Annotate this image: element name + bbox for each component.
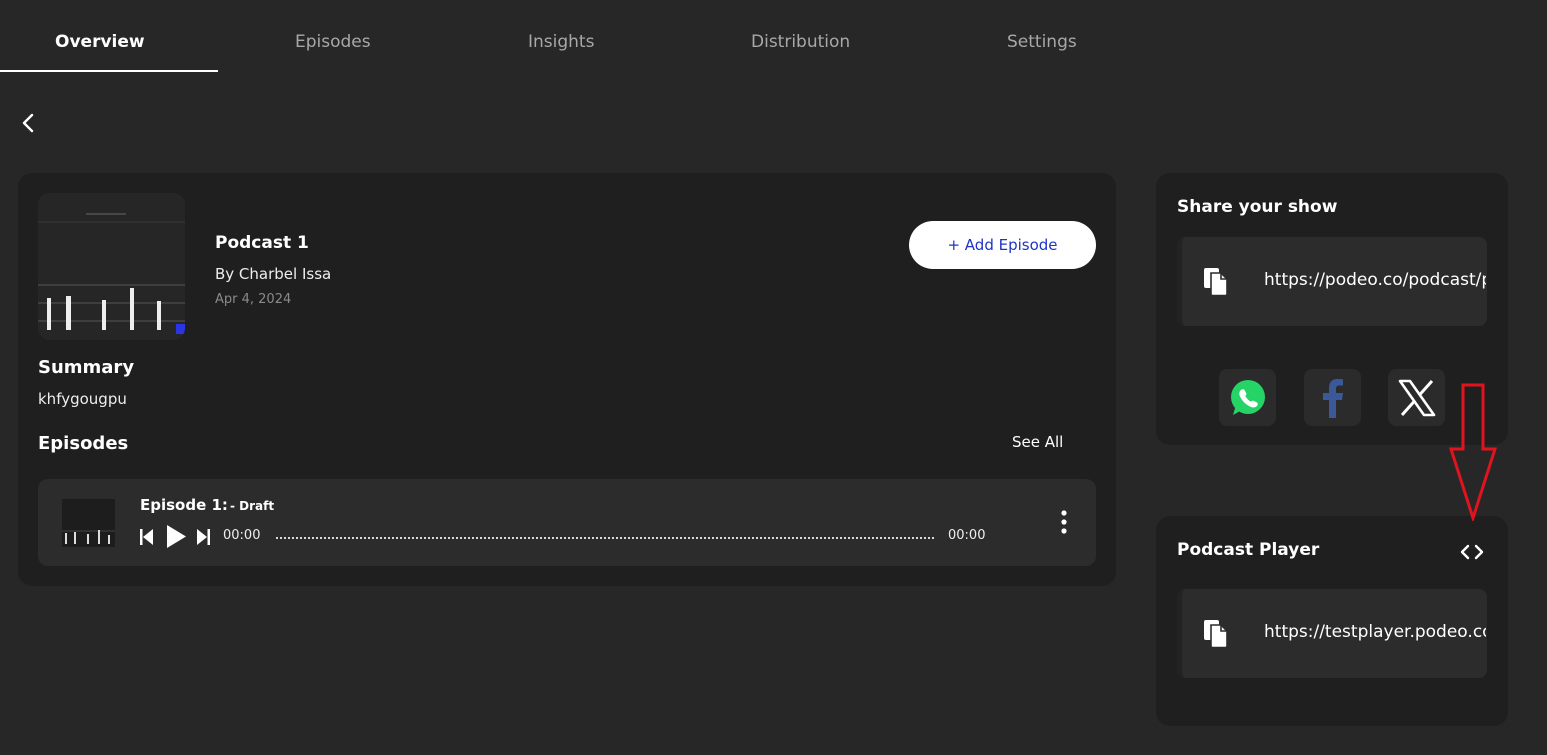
episode-more-button[interactable] — [1056, 509, 1072, 535]
next-track-button[interactable] — [196, 528, 211, 550]
more-vertical-icon — [1061, 510, 1067, 534]
podcast-overview-card: Podcast 1 By Charbel Issa Apr 4, 2024 + … — [18, 173, 1116, 586]
annotation-arrow — [1448, 383, 1498, 523]
whatsapp-share-button[interactable] — [1219, 369, 1276, 426]
podcast-player-card: Podcast Player https://testplayer.podeo.… — [1156, 516, 1508, 726]
podcast-title: Podcast 1 — [215, 233, 309, 253]
whatsapp-icon — [1230, 379, 1265, 415]
code-icon — [1460, 544, 1484, 560]
play-icon — [167, 525, 186, 548]
x-share-button[interactable] — [1388, 369, 1445, 426]
tab-overview[interactable]: Overview — [55, 30, 145, 54]
podcast-cover-image — [38, 193, 185, 340]
facebook-icon — [1322, 378, 1343, 418]
player-heading: Podcast Player — [1177, 540, 1320, 560]
chevron-left-icon — [22, 113, 34, 133]
add-episode-button[interactable]: + Add Episode — [909, 221, 1096, 269]
copy-icon[interactable] — [1202, 618, 1230, 649]
episodes-heading: Episodes — [38, 433, 129, 454]
tab-episodes[interactable]: Episodes — [295, 30, 371, 54]
see-all-link[interactable]: See All — [1012, 433, 1063, 451]
tab-distribution[interactable]: Distribution — [751, 30, 850, 54]
previous-track-button[interactable] — [139, 528, 154, 550]
share-heading: Share your show — [1177, 197, 1338, 217]
active-tab-underline — [0, 70, 218, 72]
summary-heading: Summary — [38, 357, 135, 378]
progress-bar[interactable] — [276, 537, 934, 539]
summary-text: khfygougpu — [38, 390, 127, 408]
episode-row: Episode 1: - Draft 00:00 00:00 — [38, 479, 1096, 566]
skip-back-icon — [140, 529, 153, 545]
copy-icon[interactable] — [1202, 266, 1230, 297]
tab-insights[interactable]: Insights — [528, 30, 594, 54]
podcast-author: By Charbel Issa — [215, 265, 332, 283]
skip-forward-icon — [197, 529, 210, 545]
back-button[interactable] — [16, 110, 42, 136]
share-url-text: https://podeo.co/podcast/podcast-1 — [1264, 270, 1486, 290]
podcast-date: Apr 4, 2024 — [215, 292, 292, 307]
tab-settings[interactable]: Settings — [1007, 30, 1077, 54]
player-url-field[interactable]: https://testplayer.podeo.co/podcast-1 — [1177, 589, 1487, 678]
embed-code-button[interactable] — [1458, 542, 1486, 562]
episode-thumbnail — [62, 499, 115, 547]
play-button[interactable] — [165, 524, 187, 553]
x-icon — [1398, 379, 1435, 416]
share-url-field[interactable]: https://podeo.co/podcast/podcast-1 — [1177, 237, 1487, 326]
player-url-text: https://testplayer.podeo.co/podcast-1 — [1264, 622, 1486, 642]
episode-status-badge: - Draft — [230, 499, 275, 513]
duration-time: 00:00 — [948, 528, 986, 543]
tab-bar: Overview Episodes Insights Distribution … — [0, 0, 1547, 73]
facebook-share-button[interactable] — [1304, 369, 1361, 426]
episode-title: Episode 1: — [140, 496, 228, 514]
current-time: 00:00 — [223, 528, 261, 543]
